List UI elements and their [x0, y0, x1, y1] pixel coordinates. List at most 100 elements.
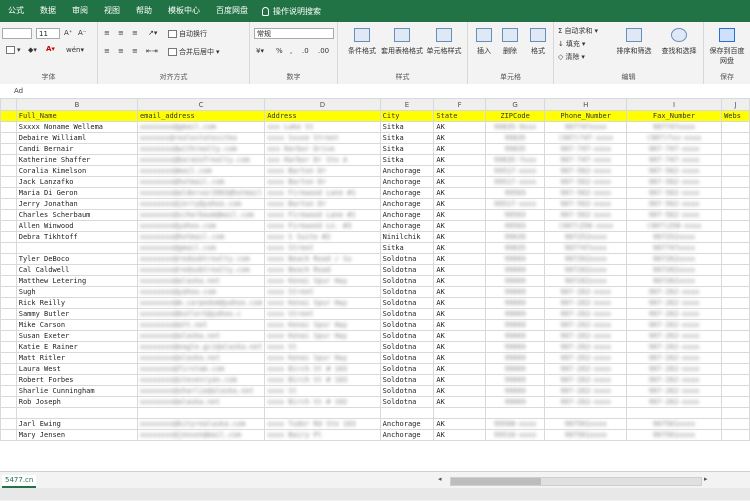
table-cell[interactable]: Rob Joseph — [15, 396, 138, 408]
table-cell[interactable]: AK — [433, 352, 486, 364]
table-cell[interactable]: 99669 — [484, 330, 546, 342]
table-cell[interactable]: xxxx Beach Road — [264, 264, 381, 276]
table-cell[interactable] — [484, 407, 546, 419]
table-cell[interactable]: 99669 — [484, 385, 546, 397]
table-cell[interactable]: xxx Harbor Drive — [264, 143, 381, 155]
table-cell[interactable]: Sugh — [15, 286, 138, 298]
tab-review[interactable]: 审阅 — [64, 0, 96, 22]
table-cell[interactable]: 907747xxxx — [544, 242, 627, 254]
insert-button[interactable]: 插入 — [472, 28, 496, 56]
table-cell[interactable]: 99517-xxxx — [484, 165, 546, 177]
orientation-icon[interactable]: ↗▾ — [148, 29, 157, 37]
table-cell[interactable]: Rick Reilly — [15, 297, 138, 309]
percent-icon[interactable]: % — [276, 47, 283, 55]
row-gutter[interactable] — [0, 363, 17, 375]
sort-filter-button[interactable]: 排序和筛选 — [614, 28, 654, 56]
row-gutter[interactable] — [0, 187, 17, 199]
table-cell[interactable]: xxxxxxxx@alaska.net — [136, 330, 266, 342]
table-cell[interactable]: Katherine Shaffer — [15, 154, 138, 166]
table-cell[interactable]: Charles Scherbaum — [15, 209, 138, 221]
table-cell[interactable]: AK — [433, 187, 486, 199]
table-cell[interactable]: Soldotna — [379, 396, 435, 408]
delete-button[interactable]: 删除 — [498, 28, 522, 56]
header-cell[interactable]: Webs — [721, 110, 750, 122]
table-cell[interactable]: xxxxxxxx@jensen@mail.com — [136, 429, 266, 441]
header-cell[interactable]: Fax_Number — [625, 110, 723, 122]
table-cell[interactable]: 907-262-xxxx — [625, 286, 723, 298]
table-cell[interactable]: Soldotna — [379, 363, 435, 375]
table-cell[interactable] — [721, 143, 750, 155]
table-cell[interactable]: 907262xxxx — [625, 264, 723, 276]
table-cell[interactable]: 907-262-xxxx — [625, 385, 723, 397]
table-cell[interactable] — [721, 352, 750, 364]
table-cell[interactable]: 907747xxxx — [544, 121, 627, 133]
table-cell[interactable]: xxxxxxxx@redoubtrealty.com — [136, 253, 266, 265]
row-gutter[interactable] — [0, 297, 17, 309]
row-gutter[interactable] — [0, 396, 17, 408]
table-cell[interactable] — [721, 308, 750, 320]
table-cell[interactable]: 907-747-xxxx — [544, 143, 627, 155]
tab-template-center[interactable]: 模板中心 — [160, 0, 208, 22]
table-cell[interactable]: xxxx Barton Dr — [264, 165, 381, 177]
row-gutter[interactable] — [0, 132, 17, 144]
table-cell[interactable]: 99835-9xxx — [484, 121, 546, 133]
formula-bar[interactable]: Ad — [0, 84, 750, 99]
font-size-select[interactable]: 11 — [36, 28, 60, 39]
align-left-icon[interactable]: ≡ — [104, 47, 110, 55]
row-gutter[interactable] — [0, 253, 17, 265]
table-cell[interactable]: AK — [433, 231, 486, 243]
table-cell[interactable]: 907747xxxx — [625, 121, 723, 133]
table-cell[interactable]: Soldotna — [379, 319, 435, 331]
table-cell[interactable]: 907-262-xxxx — [544, 385, 627, 397]
table-cell[interactable]: AK — [433, 286, 486, 298]
row-gutter[interactable] — [0, 341, 17, 353]
table-cell[interactable] — [721, 275, 750, 287]
table-cell[interactable]: Sharlie Cunningham — [15, 385, 138, 397]
scrollbar-thumb[interactable] — [451, 478, 541, 485]
phonetic-icon[interactable]: wén▾ — [66, 46, 84, 54]
row-gutter[interactable] — [0, 209, 17, 221]
header-cell[interactable]: ZIPCode — [484, 110, 546, 122]
table-cell[interactable]: 99669 — [484, 319, 546, 331]
table-cell[interactable]: Laura West — [15, 363, 138, 375]
merge-center-button[interactable]: 合并后居中 ▾ — [168, 47, 220, 57]
spreadsheet-grid[interactable]: B C D E F G H I J Full_Name email_addres… — [0, 98, 750, 471]
table-cell[interactable] — [721, 209, 750, 221]
shrink-font-icon[interactable]: A⁻ — [78, 29, 86, 37]
table-cell[interactable]: AK — [433, 385, 486, 397]
table-cell[interactable]: 99517-xxxx — [484, 176, 546, 188]
table-cell[interactable]: 99669 — [484, 308, 546, 320]
table-cell[interactable]: Anchorage — [379, 165, 435, 177]
row-gutter[interactable] — [0, 352, 17, 364]
table-cell[interactable]: 907-562-xxxx — [625, 187, 723, 199]
table-cell[interactable] — [721, 154, 750, 166]
fill-color-icon[interactable]: ◆▾ — [28, 46, 37, 54]
table-cell[interactable]: Candi Bernair — [15, 143, 138, 155]
table-cell[interactable] — [721, 429, 750, 441]
table-cell[interactable]: Allen Winwood — [15, 220, 138, 232]
table-cell[interactable]: 907-262-xxxx — [544, 352, 627, 364]
row-gutter[interactable] — [0, 231, 17, 243]
table-cell[interactable]: 907561xxxx — [625, 429, 723, 441]
table-cell[interactable]: 907-262-xxxx — [625, 352, 723, 364]
table-cell[interactable]: AK — [433, 154, 486, 166]
row-gutter[interactable] — [0, 330, 17, 342]
table-cell[interactable]: AK — [433, 297, 486, 309]
tell-me-search[interactable]: 操作说明搜索 — [256, 6, 321, 17]
row-gutter[interactable] — [0, 264, 17, 276]
table-cell[interactable]: Jerry Jonathan — [15, 198, 138, 210]
table-cell[interactable]: xxxxxxxx@stevenryan.com — [136, 374, 266, 386]
clear-button[interactable]: ◇ 清除 ▾ — [558, 52, 585, 62]
table-cell[interactable]: Sitka — [379, 132, 435, 144]
table-cell[interactable]: 907-562-xxxx — [625, 198, 723, 210]
table-cell[interactable] — [721, 242, 750, 254]
table-cell[interactable]: 907-562-xxxx — [544, 165, 627, 177]
format-button[interactable]: 格式 — [526, 28, 550, 56]
table-cell[interactable]: Anchorage — [379, 418, 435, 430]
table-cell[interactable]: xxx Lake St — [264, 121, 381, 133]
align-top-icon[interactable]: ≡ — [104, 29, 110, 37]
table-cell[interactable]: Debra Tikhtoff — [15, 231, 138, 243]
table-cell[interactable]: 99508-xxxx — [484, 418, 546, 430]
table-cell[interactable]: 907561xxxx — [544, 429, 627, 441]
table-cell[interactable] — [721, 418, 750, 430]
